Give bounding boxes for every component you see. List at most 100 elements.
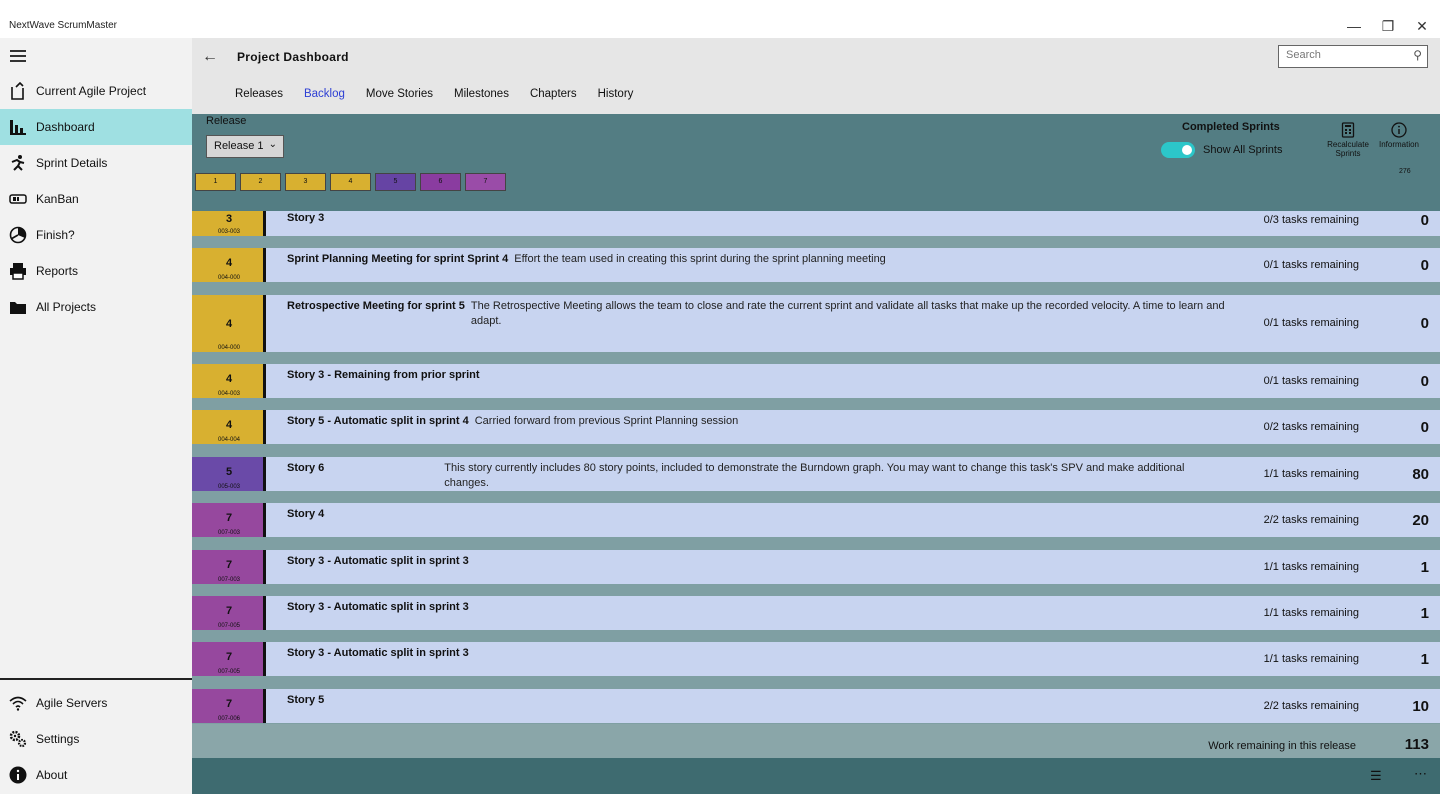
story-text: Story 5 bbox=[287, 693, 1232, 708]
dashboard-icon bbox=[0, 118, 36, 136]
command-bar: ☰ ⋯ bbox=[192, 758, 1440, 794]
sidebar-item-kanban[interactable]: KanBan bbox=[0, 181, 192, 217]
close-icon[interactable]: ✕ bbox=[1410, 16, 1434, 36]
sidebar-item-dashboard[interactable]: Dashboard bbox=[0, 109, 192, 145]
story-row[interactable]: 7 007-005 Story 3 - Automatic split in spr… bbox=[192, 642, 1440, 676]
story-description: Carried forward from previous Sprint Pla… bbox=[474, 415, 739, 427]
story-code: 007-005 bbox=[217, 669, 241, 675]
release-dropdown[interactable]: Release 1 ⌄ bbox=[206, 135, 284, 158]
sprint-badge: 7 007-005 bbox=[192, 596, 266, 630]
tab-bar: Releases Backlog Move Stories Milestones… bbox=[235, 88, 633, 100]
tab-releases[interactable]: Releases bbox=[235, 88, 283, 100]
restore-icon[interactable]: ❐ bbox=[1376, 16, 1400, 36]
finish-pie-icon bbox=[0, 226, 36, 244]
story-code: 005-003 bbox=[217, 484, 241, 490]
story-row[interactable]: 7 007-003 Story 3 - Automatic split in spr… bbox=[192, 550, 1440, 584]
story-row[interactable]: 4 004-004 Story 5 - Automatic split in spr… bbox=[192, 410, 1440, 444]
sprint-badge: 4 004-003 bbox=[192, 364, 266, 398]
hamburger-menu-icon[interactable] bbox=[10, 50, 26, 62]
sprint-badge: 7 007-003 bbox=[192, 550, 266, 584]
sidebar-item-sprint-details[interactable]: Sprint Details bbox=[0, 145, 192, 181]
tasks-remaining: 0/1 tasks remaining bbox=[1263, 259, 1359, 271]
more-options-icon[interactable]: ⋯ bbox=[1414, 766, 1427, 782]
story-row[interactable]: 4 004-003 Story 3 - Remaining from prior s… bbox=[192, 364, 1440, 398]
tasks-remaining: 2/2 tasks remaining bbox=[1263, 514, 1359, 526]
list-settings-icon[interactable]: ☰ bbox=[1370, 768, 1382, 784]
tasks-remaining: 0/2 tasks remaining bbox=[1263, 421, 1359, 433]
sprint-chip[interactable]: 1 bbox=[195, 173, 236, 191]
show-all-sprints-toggle[interactable] bbox=[1161, 142, 1195, 158]
tab-history[interactable]: History bbox=[598, 88, 634, 100]
sidebar-item-label: About bbox=[36, 768, 68, 782]
sprint-badge: 3 003-003 bbox=[192, 211, 266, 236]
sidebar-item-settings[interactable]: Settings bbox=[0, 721, 192, 757]
story-row[interactable]: 3 003-003 Story 3 0/3 tasks remaining 0 bbox=[192, 211, 1440, 236]
sprint-number: 7 bbox=[225, 605, 233, 617]
window-title: NextWave ScrumMaster bbox=[9, 20, 117, 31]
sidebar-item-all-projects[interactable]: All Projects bbox=[0, 289, 192, 325]
story-row[interactable]: 7 007-006 Story 5 2/2 tasks remaining 10 bbox=[192, 689, 1440, 723]
story-code: 007-003 bbox=[217, 530, 241, 536]
information-button[interactable]: Information bbox=[1371, 122, 1427, 149]
story-code: 004-004 bbox=[217, 437, 241, 443]
sprint-chip[interactable]: 4 bbox=[330, 173, 371, 191]
completed-sprints-label: Completed Sprints bbox=[1182, 121, 1280, 133]
back-arrow-icon[interactable]: ← bbox=[202, 48, 218, 66]
sidebar: Current Agile Project Dashboard Sprint D… bbox=[0, 38, 192, 794]
story-name: Story 4 bbox=[287, 508, 325, 520]
story-name: Story 3 - Automatic split in sprint 3 bbox=[287, 555, 469, 567]
story-name: Story 3 - Automatic split in sprint 3 bbox=[287, 647, 469, 659]
search-input[interactable]: Search ⚲ bbox=[1278, 45, 1428, 68]
sprint-badge: 7 007-006 bbox=[192, 689, 266, 723]
story-code: 007-006 bbox=[217, 716, 241, 722]
kanban-icon bbox=[0, 190, 36, 208]
story-row[interactable]: 7 007-003 Story 4 2/2 tasks remaining 20 bbox=[192, 503, 1440, 537]
sprint-chip[interactable]: 5 bbox=[375, 173, 416, 191]
search-icon[interactable]: ⚲ bbox=[1413, 48, 1422, 62]
sidebar-item-current-agile-project[interactable]: Current Agile Project bbox=[0, 73, 192, 109]
sidebar-item-reports[interactable]: Reports bbox=[0, 253, 192, 289]
story-name: Story 5 bbox=[287, 694, 325, 706]
story-row[interactable]: 4 004-000 Retrospective Meeting for sprint… bbox=[192, 295, 1440, 352]
sprint-badge: 4 004-004 bbox=[192, 410, 266, 444]
story-row[interactable]: 5 005-003 Story 6 This story currently incl… bbox=[192, 457, 1440, 491]
tab-chapters[interactable]: Chapters bbox=[530, 88, 577, 100]
tab-backlog[interactable]: Backlog bbox=[304, 88, 345, 100]
sprint-chip[interactable]: 2 bbox=[240, 173, 281, 191]
tab-move-stories[interactable]: Move Stories bbox=[366, 88, 433, 100]
story-points: 0 bbox=[1420, 419, 1429, 436]
recalculate-label-line2: Sprints bbox=[1335, 149, 1361, 158]
sprint-badge: 4 004-000 bbox=[192, 248, 266, 282]
story-name: Story 5 - Automatic split in sprint 4 bbox=[287, 415, 469, 427]
story-row[interactable]: 7 007-005 Story 3 - Automatic split in spr… bbox=[192, 596, 1440, 630]
app-window: NextWave ScrumMaster — ❐ ✕ Current Agile… bbox=[0, 0, 1440, 810]
sprint-chip[interactable]: 3 bbox=[285, 173, 326, 191]
tasks-remaining: 2/2 tasks remaining bbox=[1263, 700, 1359, 712]
story-points: 20 bbox=[1412, 512, 1429, 529]
page-title: Project Dashboard bbox=[237, 50, 349, 64]
sidebar-item-agile-servers[interactable]: Agile Servers bbox=[0, 685, 192, 721]
sprint-number: 4 bbox=[225, 318, 233, 330]
title-bar: NextWave ScrumMaster — ❐ ✕ bbox=[0, 0, 1440, 38]
show-all-sprints-label: Show All Sprints bbox=[1203, 144, 1283, 156]
story-name: Story 3 bbox=[287, 212, 325, 224]
story-code: 004-000 bbox=[217, 345, 241, 351]
story-name: Story 6 bbox=[287, 462, 325, 474]
story-name: Sprint Planning Meeting for sprint Sprin… bbox=[287, 253, 509, 265]
minimize-icon[interactable]: — bbox=[1342, 16, 1366, 36]
recalculate-sprints-button[interactable]: Recalculate Sprints bbox=[1320, 122, 1376, 158]
story-text: Sprint Planning Meeting for sprint Sprin… bbox=[287, 252, 1232, 267]
sidebar-item-finish[interactable]: Finish? bbox=[0, 217, 192, 253]
release-label: Release bbox=[206, 115, 247, 127]
story-name: Retrospective Meeting for sprint 5 bbox=[287, 300, 465, 312]
tab-milestones[interactable]: Milestones bbox=[454, 88, 509, 100]
sidebar-item-label: Current Agile Project bbox=[36, 84, 147, 98]
sidebar-item-label: Sprint Details bbox=[36, 156, 108, 170]
sidebar-item-about[interactable]: About bbox=[0, 757, 192, 793]
tasks-remaining: 1/1 tasks remaining bbox=[1263, 653, 1359, 665]
sprint-chip[interactable]: 6 bbox=[420, 173, 461, 191]
sprint-chip[interactable]: 7 bbox=[465, 173, 506, 191]
story-points: 0 bbox=[1420, 212, 1429, 229]
sprint-badge: 7 007-005 bbox=[192, 642, 266, 676]
story-row[interactable]: 4 004-000 Sprint Planning Meeting for spri… bbox=[192, 248, 1440, 282]
